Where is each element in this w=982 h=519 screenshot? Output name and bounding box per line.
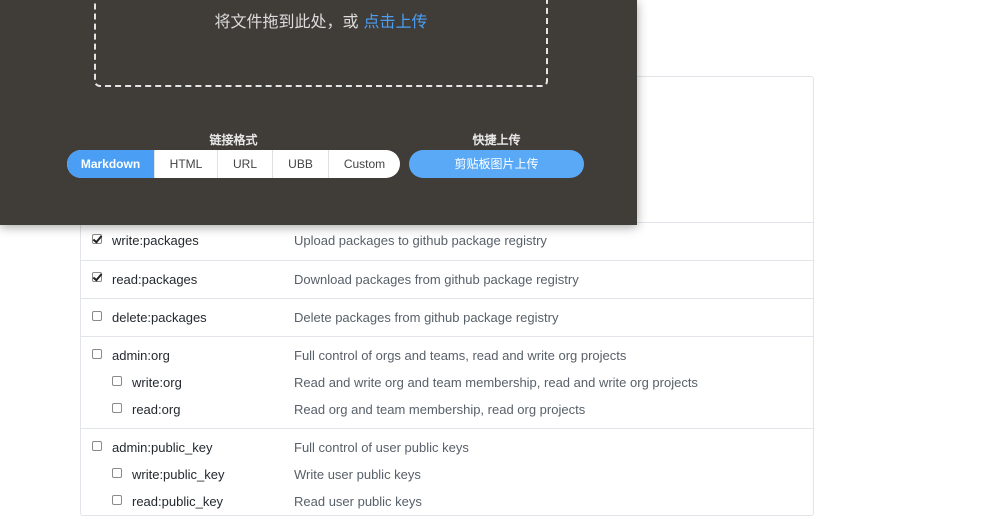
format-custom-button[interactable]: Custom bbox=[328, 150, 400, 178]
scope-group: write:packages Upload packages to github… bbox=[81, 222, 813, 259]
scope-row: admin:org Full control of orgs and teams… bbox=[81, 346, 813, 373]
scope-name: admin:public_key bbox=[112, 440, 213, 455]
scope-checkbox[interactable] bbox=[112, 468, 122, 478]
scope-group: admin:org Full control of orgs and teams… bbox=[81, 336, 813, 427]
dropzone-text: 将文件拖到此处，或 点击上传 bbox=[96, 8, 546, 32]
scope-row: write:packages Upload packages to github… bbox=[81, 232, 813, 259]
scope-group: delete:packages Delete packages from git… bbox=[81, 298, 813, 335]
scope-row: write:public_key Write user public keys bbox=[81, 465, 813, 492]
scope-description: Read org and team membership, read org p… bbox=[294, 402, 586, 417]
scope-name: read:packages bbox=[112, 272, 198, 287]
scope-checkbox[interactable] bbox=[92, 234, 102, 244]
scope-name: write:org bbox=[132, 375, 182, 390]
scope-row: delete:packages Delete packages from git… bbox=[81, 308, 813, 335]
scope-checkbox[interactable] bbox=[92, 272, 102, 282]
scope-name: read:public_key bbox=[132, 494, 224, 509]
scope-checkbox[interactable] bbox=[92, 349, 102, 359]
quick-upload-label: 快捷上传 bbox=[472, 133, 521, 147]
upload-panel: 将文件拖到此处，或 点击上传 链接格式 Markdown HTML URL UB… bbox=[0, 0, 637, 225]
scope-group: admin:public_key Full control of user pu… bbox=[81, 428, 813, 519]
scope-description: Write user public keys bbox=[294, 467, 421, 482]
scope-row: read:org Read org and team membership, r… bbox=[81, 400, 813, 427]
scope-description: Read user public keys bbox=[294, 494, 422, 509]
scope-row: admin:public_key Full control of user pu… bbox=[81, 438, 813, 465]
scope-checkbox[interactable] bbox=[112, 403, 122, 413]
dropzone-hint: 将文件拖到此处，或 bbox=[214, 12, 359, 31]
scope-row: read:packages Download packages from git… bbox=[81, 270, 813, 297]
scope-name: write:packages bbox=[112, 233, 199, 248]
format-html-button[interactable]: HTML bbox=[154, 150, 217, 178]
link-format-selector: Markdown HTML URL UBB Custom bbox=[67, 150, 400, 178]
scope-row: read:public_key Read user public keys bbox=[81, 492, 813, 519]
scope-description: Read and write org and team membership, … bbox=[294, 375, 698, 390]
clipboard-upload-button[interactable]: 剪贴板图片上传 bbox=[409, 150, 584, 178]
scope-name: read:org bbox=[132, 402, 181, 417]
scope-row: write:org Read and write org and team me… bbox=[81, 373, 813, 400]
format-markdown-button[interactable]: Markdown bbox=[67, 150, 154, 178]
format-url-button[interactable]: URL bbox=[217, 150, 272, 178]
scope-name: admin:org bbox=[112, 348, 170, 363]
scope-name: write:public_key bbox=[132, 467, 225, 482]
scope-description: Download packages from github package re… bbox=[294, 272, 579, 287]
scope-name: delete:packages bbox=[112, 310, 207, 325]
upload-dropzone[interactable]: 将文件拖到此处，或 点击上传 bbox=[94, 0, 548, 87]
scope-description: Full control of orgs and teams, read and… bbox=[294, 348, 627, 363]
format-ubb-button[interactable]: UBB bbox=[272, 150, 328, 178]
scope-checkbox[interactable] bbox=[112, 376, 122, 386]
link-format-label: 链接格式 bbox=[209, 133, 258, 147]
scope-group: read:packages Download packages from git… bbox=[81, 260, 813, 297]
scope-description: Upload packages to github package regist… bbox=[294, 233, 547, 248]
scope-checkbox[interactable] bbox=[92, 311, 102, 321]
scope-description: Full control of user public keys bbox=[294, 440, 469, 455]
click-upload-link[interactable]: 点击上传 bbox=[364, 12, 428, 31]
scope-checkbox[interactable] bbox=[112, 495, 122, 505]
scope-description: Delete packages from github package regi… bbox=[294, 310, 559, 325]
scope-checkbox[interactable] bbox=[92, 441, 102, 451]
